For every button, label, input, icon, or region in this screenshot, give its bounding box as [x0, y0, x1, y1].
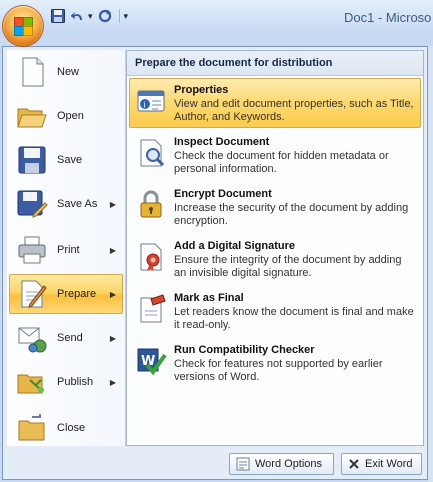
menu-item-print[interactable]: Print ▶ [9, 230, 123, 270]
submenu-header: Prepare the document for distribution [127, 51, 423, 76]
encrypt-lock-icon [135, 189, 167, 221]
redo-icon [98, 9, 111, 23]
undo-dropdown-icon[interactable]: ▾ [88, 11, 93, 22]
word-options-button[interactable]: Word Options [229, 453, 334, 475]
menu-item-label: Open [57, 110, 84, 122]
office-menu-commands: New Open Save Save As ▶ Print ▶ Prepare … [7, 50, 126, 446]
redo-button[interactable] [97, 8, 113, 24]
submenu-item-description: Increase the security of the document by… [174, 202, 409, 227]
word-options-label: Word Options [255, 458, 323, 470]
office-menu: New Open Save Save As ▶ Print ▶ Prepare … [2, 46, 428, 480]
word-options-icon [236, 457, 250, 471]
submenu-item-description: Check the document for hidden metadata o… [174, 150, 389, 175]
submenu-arrow-icon: ▶ [109, 199, 116, 209]
submenu-item-compatibility-checker[interactable]: W Run Compatibility Checker Check for fe… [129, 338, 421, 388]
floppy-disk-icon [16, 144, 48, 176]
office-button[interactable] [3, 6, 43, 46]
floppy-disk-icon [51, 9, 65, 23]
submenu-item-title: Run Compatibility Checker [174, 344, 315, 356]
menu-item-label: Save [57, 154, 83, 166]
save-quick-button[interactable] [50, 8, 66, 24]
undo-icon [70, 12, 82, 20]
submenu-item-inspect-document[interactable]: Inspect Document Check the document for … [129, 130, 421, 180]
close-icon [349, 459, 359, 469]
prepare-submenu: Prepare the document for distribution i … [126, 50, 424, 446]
menu-item-close[interactable]: Close [9, 408, 123, 448]
submenu-item-description: Check for features not supported by earl… [174, 358, 383, 383]
quick-access-toolbar: ▾ ▾ [50, 8, 128, 24]
toolbar-separator [118, 9, 120, 23]
send-icon [16, 322, 48, 354]
close-folder-icon [16, 412, 48, 444]
submenu-arrow-icon: ▶ [109, 377, 116, 387]
menu-item-label: Save As [57, 198, 98, 210]
submenu-item-title: Properties [174, 84, 229, 96]
submenu-item-title: Encrypt Document [174, 188, 272, 200]
submenu-item-description: Ensure the integrity of the document by … [174, 254, 402, 279]
submenu-arrow-icon: ▶ [109, 289, 116, 299]
menu-item-label: Publish [57, 376, 94, 388]
submenu-item-title: Mark as Final [174, 292, 244, 304]
open-folder-icon [16, 100, 48, 132]
menu-item-label: New [57, 66, 80, 78]
submenu-item-mark-as-final[interactable]: Mark as Final Let readers know the docum… [129, 286, 421, 336]
compatibility-checker-icon: W [135, 345, 167, 377]
save-as-icon [16, 188, 48, 220]
menu-item-save-as[interactable]: Save As ▶ [9, 184, 123, 224]
menu-item-label: Send [57, 332, 83, 344]
exit-word-button[interactable]: Exit Word [341, 453, 422, 475]
mark-final-icon [135, 293, 167, 325]
submenu-item-encrypt-document[interactable]: Encrypt Document Increase the security o… [129, 182, 421, 232]
title-bar: ▾ ▾ Doc1 - Microso [0, 0, 433, 34]
digital-signature-icon [135, 241, 167, 273]
menu-item-open[interactable]: Open [9, 96, 123, 136]
new-document-icon [16, 56, 48, 88]
menu-item-save[interactable]: Save [9, 140, 123, 180]
office-logo-icon [14, 17, 33, 36]
menu-item-publish[interactable]: Publish ▶ [9, 362, 123, 402]
printer-icon [16, 234, 48, 266]
menu-item-label: Prepare [57, 288, 97, 300]
menu-item-prepare[interactable]: Prepare ▶ [9, 274, 123, 314]
submenu-item-title: Inspect Document [174, 136, 270, 148]
submenu-item-description: Let readers know the document is final a… [174, 306, 414, 331]
exit-word-label: Exit Word [365, 458, 413, 470]
menu-item-label: Close [57, 422, 86, 434]
publish-icon [16, 366, 48, 398]
inspect-document-icon [135, 137, 167, 169]
submenu-arrow-icon: ▶ [109, 245, 116, 255]
menu-item-label: Print [57, 244, 80, 256]
prepare-document-icon [16, 278, 48, 310]
menu-item-new[interactable]: New [9, 52, 123, 92]
undo-button[interactable] [70, 8, 86, 24]
svg-text:i: i [143, 101, 145, 110]
submenu-item-title: Add a Digital Signature [174, 240, 296, 252]
properties-icon: i [135, 85, 167, 117]
window-title: Doc1 - Microso [344, 10, 432, 25]
menu-item-send[interactable]: Send ▶ [9, 318, 123, 358]
submenu-item-digital-signature[interactable]: Add a Digital Signature Ensure the integ… [129, 234, 421, 284]
document-edge [428, 46, 433, 482]
submenu-item-description: View and edit document properties, such … [174, 98, 414, 123]
submenu-item-properties[interactable]: i Properties View and edit document prop… [129, 78, 421, 128]
submenu-arrow-icon: ▶ [109, 333, 116, 343]
customize-toolbar-dropdown[interactable]: ▾ [124, 11, 129, 22]
